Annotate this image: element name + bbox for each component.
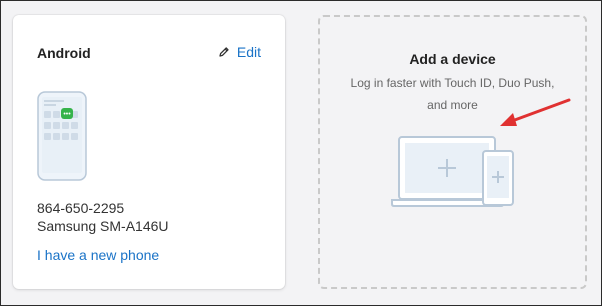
new-phone-link[interactable]: I have a new phone: [37, 247, 159, 263]
device-card: Android Edit ••• 864-650-2295 Samsung SM…: [13, 15, 285, 289]
add-device-title: Add a device: [409, 51, 496, 67]
phone-model: Samsung SM-A146U: [37, 218, 169, 234]
phone-badge-text: •••: [63, 111, 71, 118]
phone-number: 864-650-2295: [37, 200, 125, 216]
pencil-icon: [218, 46, 230, 58]
edit-button[interactable]: Edit: [218, 44, 261, 60]
laptop-and-phone-illustration: [391, 135, 521, 215]
add-device-card[interactable]: Add a device Log in faster with Touch ID…: [318, 15, 587, 289]
device-card-title: Android: [37, 45, 91, 61]
phone-illustration: •••: [37, 91, 87, 186]
edit-label: Edit: [236, 44, 261, 60]
red-arrow-annotation: [496, 94, 576, 139]
